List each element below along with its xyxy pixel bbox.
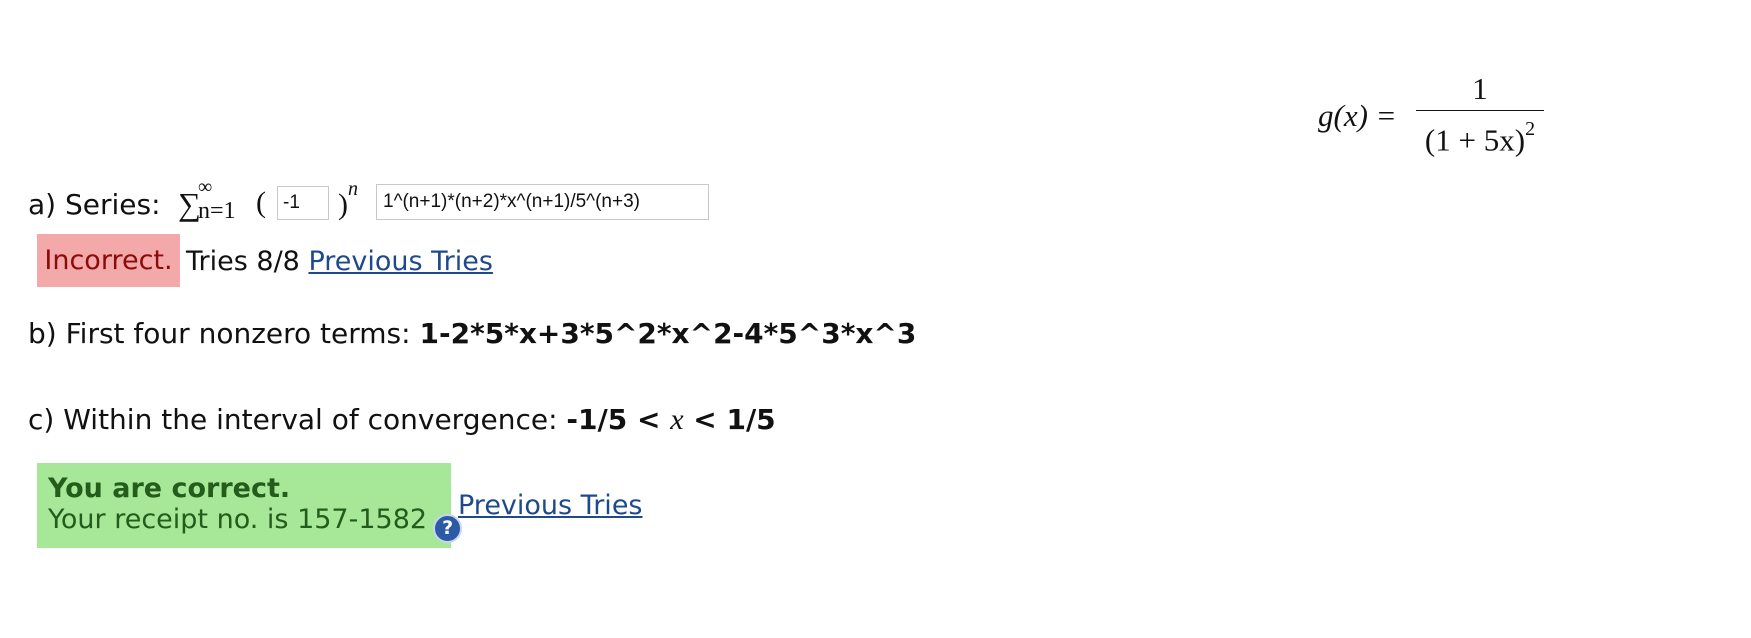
receipt-text: Your receipt no. is 157-1582 xyxy=(48,504,428,535)
interval-variable: x xyxy=(670,403,684,436)
formula-numerator: 1 xyxy=(1472,71,1488,106)
correct-feedback-box: You are correct. Your receipt no. is 157… xyxy=(37,463,463,548)
open-paren: ( xyxy=(256,186,266,219)
part-b-answer: 1-2*5*x+3*5^2*x^2-4*5^3*x^3 xyxy=(419,317,917,350)
correct-title: You are correct. xyxy=(48,473,291,504)
fraction-bar xyxy=(1416,110,1544,111)
series-term-input[interactable]: 1^(n+1)*(n+2)*x^(n+1)/5^(n+3) xyxy=(376,184,709,220)
previous-tries-link-c[interactable]: Previous Tries xyxy=(458,490,643,521)
close-paren-with-exponent: )n xyxy=(338,178,358,221)
formula-denominator: (1 + 5x)2 xyxy=(1424,118,1536,158)
incorrect-badge: Incorrect. xyxy=(37,234,180,287)
formula-fraction: 1 (1 + 5x)2 xyxy=(1416,70,1544,158)
coefficient-input[interactable]: -1 xyxy=(277,186,329,220)
sigma-upper-limit: ∞ xyxy=(198,176,213,198)
tries-count: Tries 8/8 xyxy=(186,246,300,277)
part-c-label: c) Within the interval of convergence: xyxy=(28,403,558,436)
part-c-row: c) Within the interval of convergence: -… xyxy=(28,403,776,437)
formula-lhs: g(x) = xyxy=(1318,98,1397,133)
sigma-lower-limit: n=1 xyxy=(198,198,236,224)
part-c-answer: -1/5 < x < 1/5 xyxy=(566,403,776,436)
part-b-row: b) First four nonzero terms: 1-2*5*x+3*5… xyxy=(28,317,916,350)
tries-info: Tries 8/8 Previous Tries xyxy=(186,246,493,277)
problem-page: g(x) = 1 (1 + 5x)2 a) Series: ∑ ∞ n=1 ( … xyxy=(0,0,1751,638)
power-exponent: n xyxy=(348,178,358,200)
part-a-label: a) Series: xyxy=(28,188,161,221)
previous-tries-link-a[interactable]: Previous Tries xyxy=(308,246,493,277)
denominator-exponent: 2 xyxy=(1525,118,1536,140)
function-formula: g(x) = 1 (1 + 5x)2 xyxy=(1318,66,1558,166)
part-b-label: b) First four nonzero terms: xyxy=(28,317,411,350)
